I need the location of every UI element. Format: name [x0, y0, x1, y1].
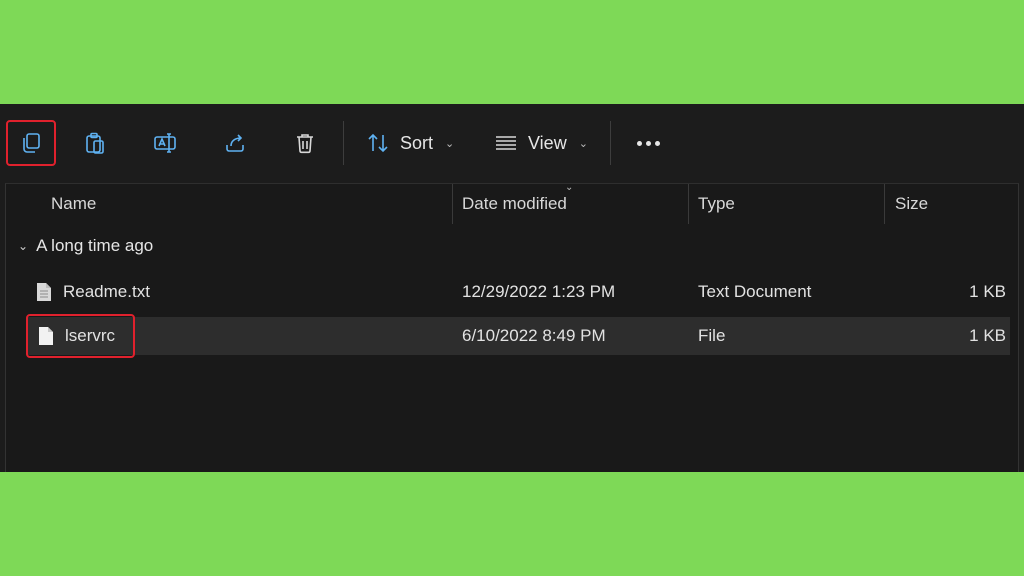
sort-icon: [368, 133, 388, 153]
file-list: ⌄ Name Date modified Type Size ⌄ A long …: [5, 182, 1019, 472]
table-row-selected[interactable]: lservrc 6/10/2022 8:49 PM File 1 KB: [26, 314, 1010, 358]
command-bar: Sort ⌄ View ⌄: [0, 104, 1024, 183]
paste-button[interactable]: [70, 120, 120, 166]
view-label: View: [528, 132, 567, 153]
group-label: A long time ago: [36, 236, 154, 255]
file-size: 1 KB: [969, 326, 1006, 345]
column-divider[interactable]: [452, 184, 453, 224]
file-size: 1 KB: [969, 282, 1006, 301]
column-header-size[interactable]: Size: [895, 184, 928, 224]
view-button[interactable]: View ⌄: [494, 126, 588, 160]
sort-label: Sort: [400, 132, 434, 153]
file-name-cell[interactable]: lservrc: [26, 314, 136, 358]
toolbar-divider: [610, 121, 611, 165]
column-header-type[interactable]: Type: [698, 184, 735, 224]
file-date: 6/10/2022 8:49 PM: [462, 326, 606, 345]
file-type: Text Document: [698, 282, 812, 301]
paste-icon: [86, 132, 104, 154]
column-header-date[interactable]: Date modified: [462, 184, 567, 224]
more-icon-dot: [654, 140, 660, 146]
file-icon: [39, 327, 53, 345]
column-divider[interactable]: [688, 184, 689, 224]
group-header[interactable]: ⌄ A long time ago: [18, 236, 153, 256]
file-name-cell[interactable]: Readme.txt: [26, 270, 168, 314]
column-divider[interactable]: [884, 184, 885, 224]
chevron-down-icon: ⌄: [445, 137, 455, 150]
trash-icon: [297, 134, 313, 154]
delete-button[interactable]: [280, 120, 330, 166]
copy-button[interactable]: [6, 120, 56, 166]
more-options-button[interactable]: [630, 126, 666, 160]
more-icon: [636, 140, 642, 146]
chevron-down-icon: ⌄: [18, 239, 29, 253]
file-explorer-window: Sort ⌄ View ⌄ ⌄ Name Date modified Type …: [0, 104, 1024, 472]
table-row[interactable]: Readme.txt 12/29/2022 1:23 PM Text Docum…: [26, 273, 1010, 311]
share-button[interactable]: [210, 120, 260, 166]
view-icon: [496, 136, 516, 150]
share-icon: [226, 134, 244, 152]
more-icon-dot: [645, 140, 651, 146]
column-header-name[interactable]: Name: [51, 184, 96, 224]
rename-icon: [154, 133, 176, 153]
file-name: lservrc: [65, 326, 116, 345]
copy-icon: [23, 133, 40, 153]
text-file-icon: [37, 283, 51, 301]
sort-button[interactable]: Sort ⌄: [366, 126, 454, 160]
toolbar-divider: [343, 121, 344, 165]
file-date: 12/29/2022 1:23 PM: [462, 282, 616, 301]
file-type: File: [698, 326, 726, 345]
rename-button[interactable]: [140, 120, 190, 166]
file-name: Readme.txt: [63, 282, 150, 301]
chevron-down-icon: ⌄: [578, 137, 588, 150]
